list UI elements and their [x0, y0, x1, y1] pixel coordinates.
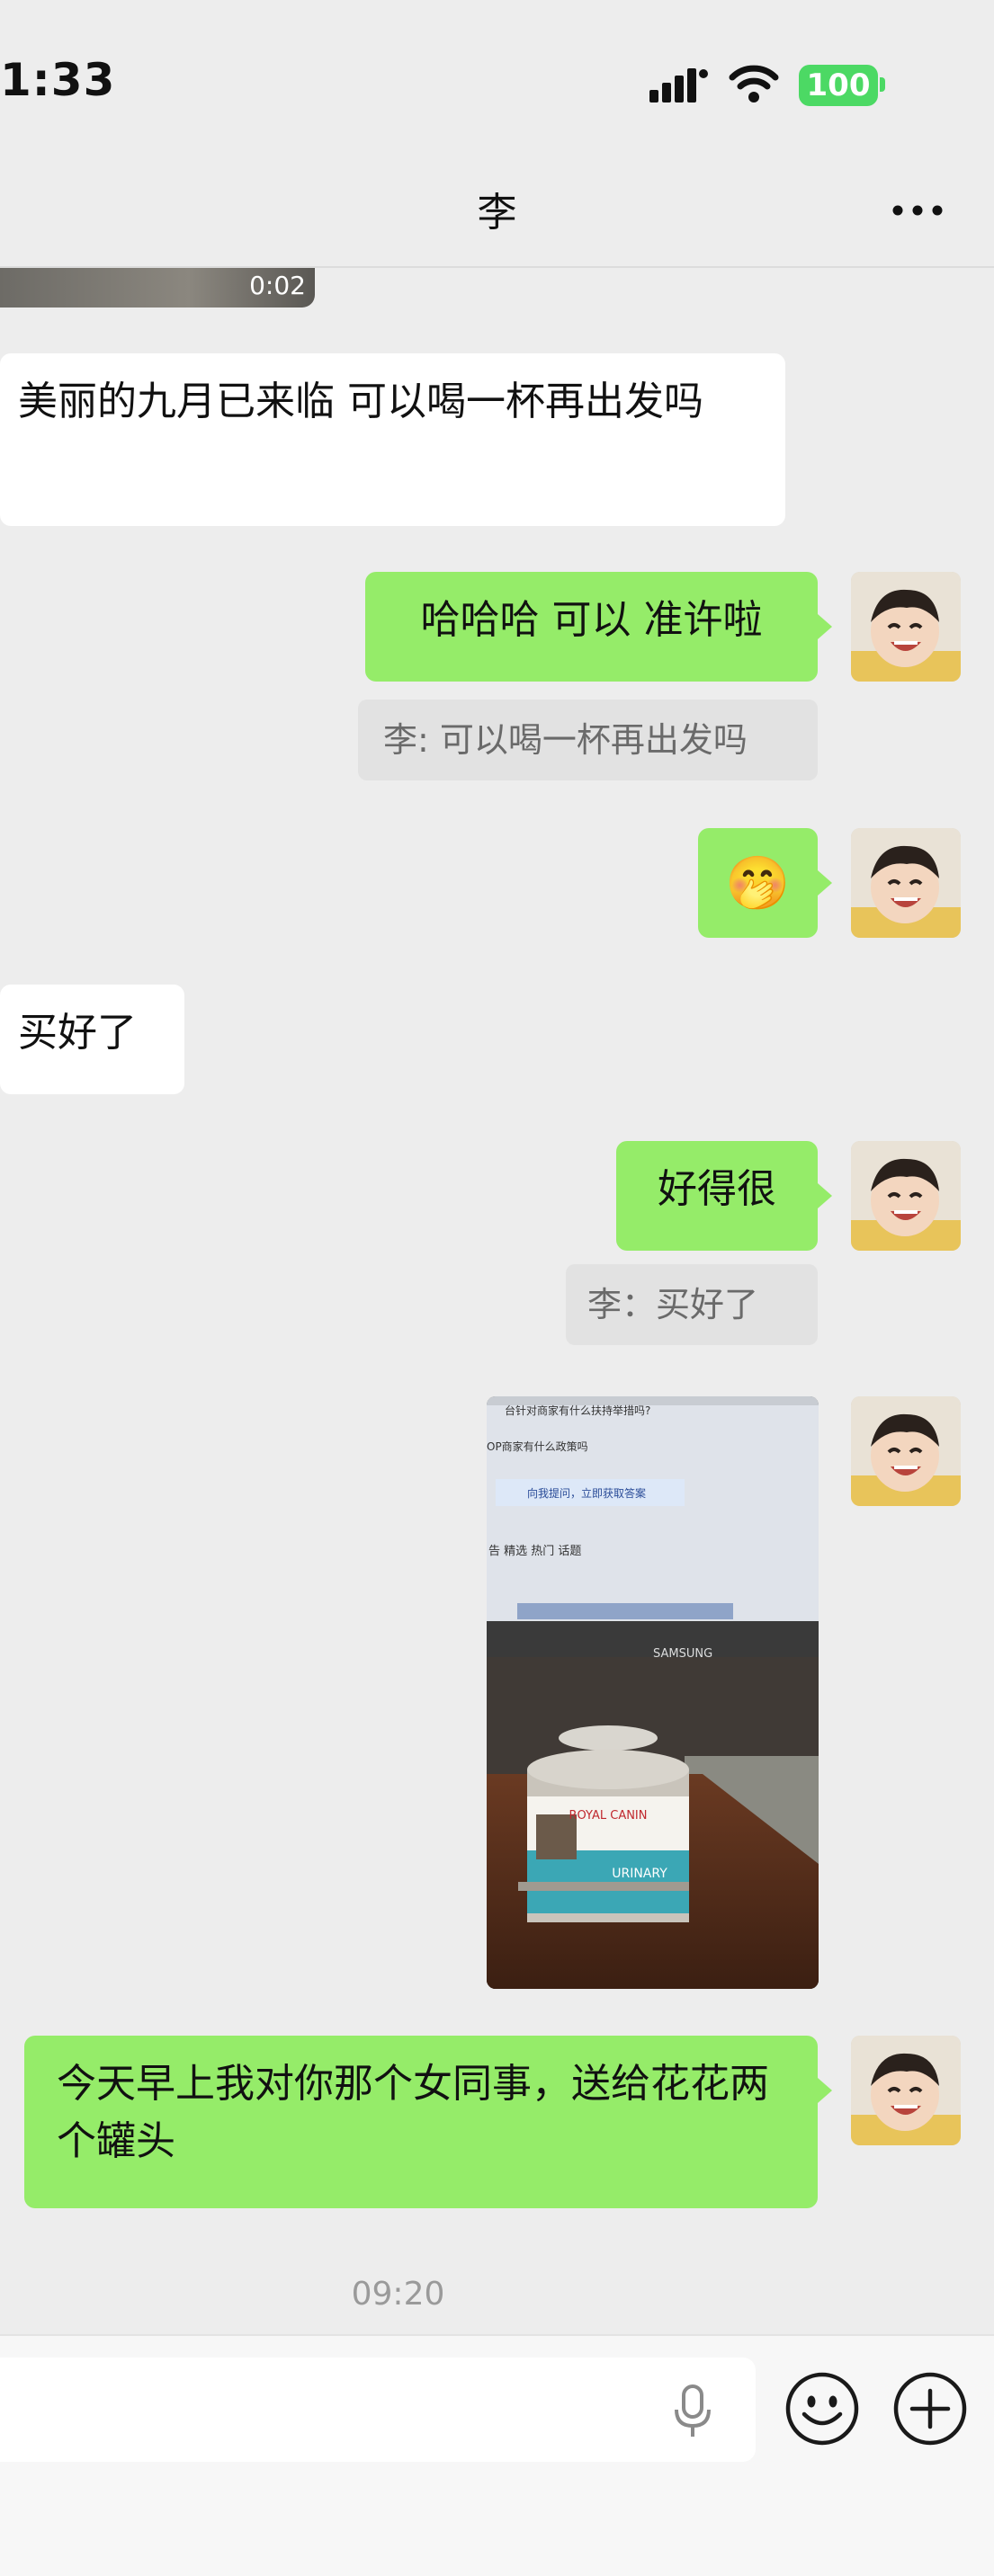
message-text: 今天早上我对你那个女同事，送给花花两个罐头 [57, 2061, 769, 2164]
avatar[interactable] [851, 1396, 961, 1506]
message-text: 好得很 [658, 1166, 776, 1212]
screen-text-3: 向我提问，立即获取答案 [527, 1486, 646, 1500]
quoted-message[interactable]: 李：买好了 [566, 1264, 818, 1345]
more-options-icon[interactable] [891, 192, 945, 228]
can-label-text: URINARY [612, 1867, 667, 1881]
quoted-text: 李: 可以喝一杯再出发吗 [383, 720, 748, 760]
quoted-message[interactable]: 李: 可以喝一杯再出发吗 [358, 700, 818, 780]
quoted-text: 李：买好了 [587, 1285, 759, 1324]
bubble-tail [818, 614, 832, 639]
battery-indicator: 100 [799, 65, 878, 106]
message-bubble-sent[interactable]: 今天早上我对你那个女同事，送给花花两个罐头 [24, 2036, 818, 2208]
bubble-tail [818, 1183, 832, 1208]
message-bubble-received[interactable]: 美丽的九月已来临 可以喝一杯再出发吗 [0, 353, 785, 526]
bubble-tail [818, 2078, 832, 2103]
battery-cap [880, 77, 885, 92]
can-brand-text: ROYAL CANIN [569, 1809, 647, 1823]
emoji-sticker: 🤭 [725, 852, 791, 914]
message-text: 哈哈哈 可以 准许啦 [420, 597, 763, 643]
monitor-brand: SAMSUNG [653, 1647, 712, 1661]
chat-title: 李 [477, 190, 517, 236]
message-bubble-received[interactable]: 买好了 [0, 985, 184, 1094]
message-bubble-sent[interactable]: 好得很 [616, 1141, 818, 1251]
avatar-image [851, 828, 961, 938]
signal-icon [649, 68, 708, 103]
video-duration: 0:02 [249, 271, 306, 300]
avatar[interactable] [851, 1141, 961, 1251]
bubble-tail [818, 870, 832, 896]
microphone-icon[interactable] [671, 2384, 714, 2438]
wifi-icon [729, 65, 779, 103]
avatar-image [851, 572, 961, 682]
avatar[interactable] [851, 572, 961, 682]
avatar-image [851, 1141, 961, 1251]
screen-text-4: 告 精选 热门 话题 [488, 1545, 581, 1558]
screen-text-2: OP商家有什么政策吗 [487, 1440, 588, 1453]
avatar[interactable] [851, 828, 961, 938]
image-message[interactable]: 台针对商家有什么扶持举措吗? OP商家有什么政策吗 向我提问，立即获取答案 告 … [487, 1396, 819, 1989]
message-bubble-sent[interactable]: 哈哈哈 可以 准许啦 [365, 572, 818, 682]
avatar-image [851, 2036, 961, 2145]
avatar-image [851, 1396, 961, 1506]
status-time: 1:33 [0, 54, 116, 106]
plus-button-icon[interactable] [892, 2371, 968, 2447]
message-text: 买好了 [18, 1010, 137, 1056]
message-input[interactable] [0, 2358, 756, 2462]
message-text: 美丽的九月已来临 可以喝一杯再出发吗 [18, 379, 703, 424]
screen-text-1: 台针对商家有什么扶持举措吗? [505, 1404, 650, 1417]
photo-canned-cat-food: 台针对商家有什么扶持举措吗? OP商家有什么政策吗 向我提问，立即获取答案 告 … [487, 1396, 819, 1989]
message-bubble-sent[interactable]: 🤭 [698, 828, 818, 938]
avatar[interactable] [851, 2036, 961, 2145]
emoji-button-icon[interactable] [784, 2371, 860, 2447]
message-timestamp: 09:20 [351, 2276, 445, 2313]
